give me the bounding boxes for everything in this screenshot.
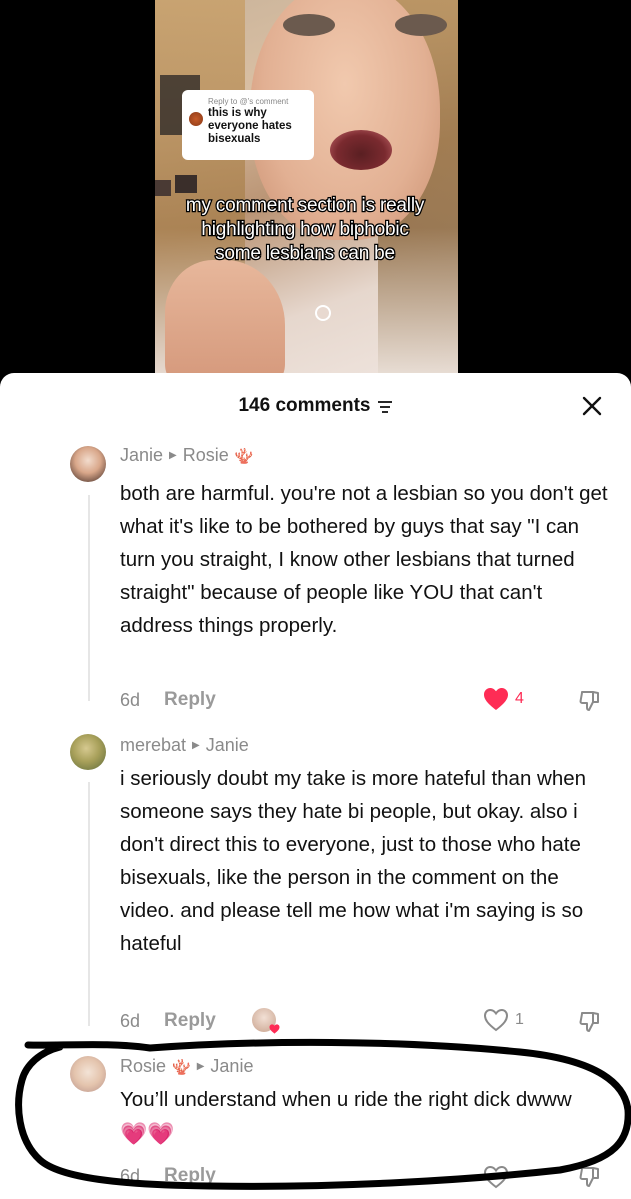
coral-badge-icon: 🪸 <box>234 447 254 465</box>
comment-item: merebat ▶ Janie i seriously doubt my tak… <box>0 730 631 1040</box>
like-count: 4 <box>515 690 524 707</box>
video-caption: my comment section is really highlightin… <box>185 194 426 266</box>
avatar[interactable] <box>70 734 106 770</box>
comment-text: You’ll understand when u ride the right … <box>120 1083 612 1150</box>
comment-count: 146 comments <box>0 395 631 417</box>
comment-meta: 6d Reply <box>120 1010 216 1032</box>
like-count: 1 <box>515 1011 524 1028</box>
video-wall-frame <box>155 180 171 196</box>
comment-authors: merebat ▶ Janie <box>120 735 249 756</box>
comment-author[interactable]: merebat <box>120 735 186 756</box>
heart-icon[interactable] <box>483 1165 509 1189</box>
reply-button[interactable]: Reply <box>164 689 216 711</box>
comment-reply-to[interactable]: Janie <box>210 1056 253 1077</box>
comment-age: 6d <box>120 1010 141 1031</box>
sticker-avatar <box>189 112 203 126</box>
filter-icon[interactable] <box>377 400 393 414</box>
comments-sheet: 146 comments Janie ▶ Rosie 🪸 both are ha… <box>0 373 631 1199</box>
comment-reply-to[interactable]: Rosie <box>183 445 229 466</box>
comment-age: 6d <box>120 689 141 710</box>
like-button[interactable]: 4 <box>483 687 524 711</box>
comments-header: 146 comments <box>0 373 631 435</box>
close-icon[interactable] <box>581 395 603 417</box>
video-mouth <box>330 130 392 170</box>
comment-text-content: You’ll understand when u ride the right … <box>120 1088 572 1111</box>
comment-meta: 6d Reply <box>120 689 216 711</box>
comment-meta: 6d Reply <box>120 1165 216 1187</box>
video-player[interactable]: Reply to @'s comment this is why everyon… <box>0 0 631 380</box>
comment-author[interactable]: Rosie <box>120 1056 166 1077</box>
video-hand <box>165 260 285 380</box>
comment-authors: Rosie 🪸 ▶ Janie <box>120 1056 253 1077</box>
comment-reply-to[interactable]: Janie <box>206 735 249 756</box>
heart-icon <box>484 688 508 710</box>
reply-button[interactable]: Reply <box>164 1165 216 1187</box>
comment-item: Janie ▶ Rosie 🪸 both are harmful. you're… <box>0 439 631 729</box>
thumbs-down-icon[interactable] <box>578 689 602 713</box>
comment-author[interactable]: Janie <box>120 445 163 466</box>
creator-liked-heart-icon <box>269 1024 280 1034</box>
comment-text: both are harmful. you're not a lesbian s… <box>120 482 608 637</box>
pink-heart-emoji: 💗💗 <box>120 1121 175 1147</box>
reply-arrow-icon: ▶ <box>169 450 177 461</box>
coral-badge-icon: 🪸 <box>172 1058 191 1076</box>
thumbs-down-icon[interactable] <box>578 1010 602 1034</box>
thumbs-down-icon[interactable] <box>578 1165 602 1189</box>
comment-age: 6d <box>120 1165 141 1186</box>
heart-icon <box>483 1008 509 1032</box>
reply-button[interactable]: Reply <box>164 1010 216 1032</box>
video-necklace <box>315 305 331 321</box>
comment-authors: Janie ▶ Rosie 🪸 <box>120 445 253 466</box>
thread-line <box>88 782 90 1026</box>
video-wall-frame <box>175 175 197 193</box>
reply-to-comment-sticker[interactable]: Reply to @'s comment this is why everyon… <box>182 90 314 160</box>
sticker-comment-text: this is why everyone hates bisexuals <box>208 107 292 145</box>
sticker-reply-to: Reply to @'s comment <box>208 97 289 106</box>
like-button[interactable]: 1 <box>483 1008 524 1032</box>
comment-item: Rosie 🪸 ▶ Janie You’ll understand when u… <box>0 1053 631 1199</box>
avatar[interactable] <box>70 1056 106 1092</box>
reply-arrow-icon: ▶ <box>196 1061 205 1072</box>
video-eye-left <box>283 14 335 36</box>
thread-line <box>88 495 90 701</box>
comment-text: i seriously doubt my take is more hatefu… <box>120 767 587 955</box>
reply-arrow-icon: ▶ <box>192 740 200 751</box>
comment-count-label: 146 comments <box>238 395 371 416</box>
avatar[interactable] <box>70 446 106 482</box>
video-eye-right <box>395 14 447 36</box>
video-frame[interactable] <box>155 0 458 380</box>
